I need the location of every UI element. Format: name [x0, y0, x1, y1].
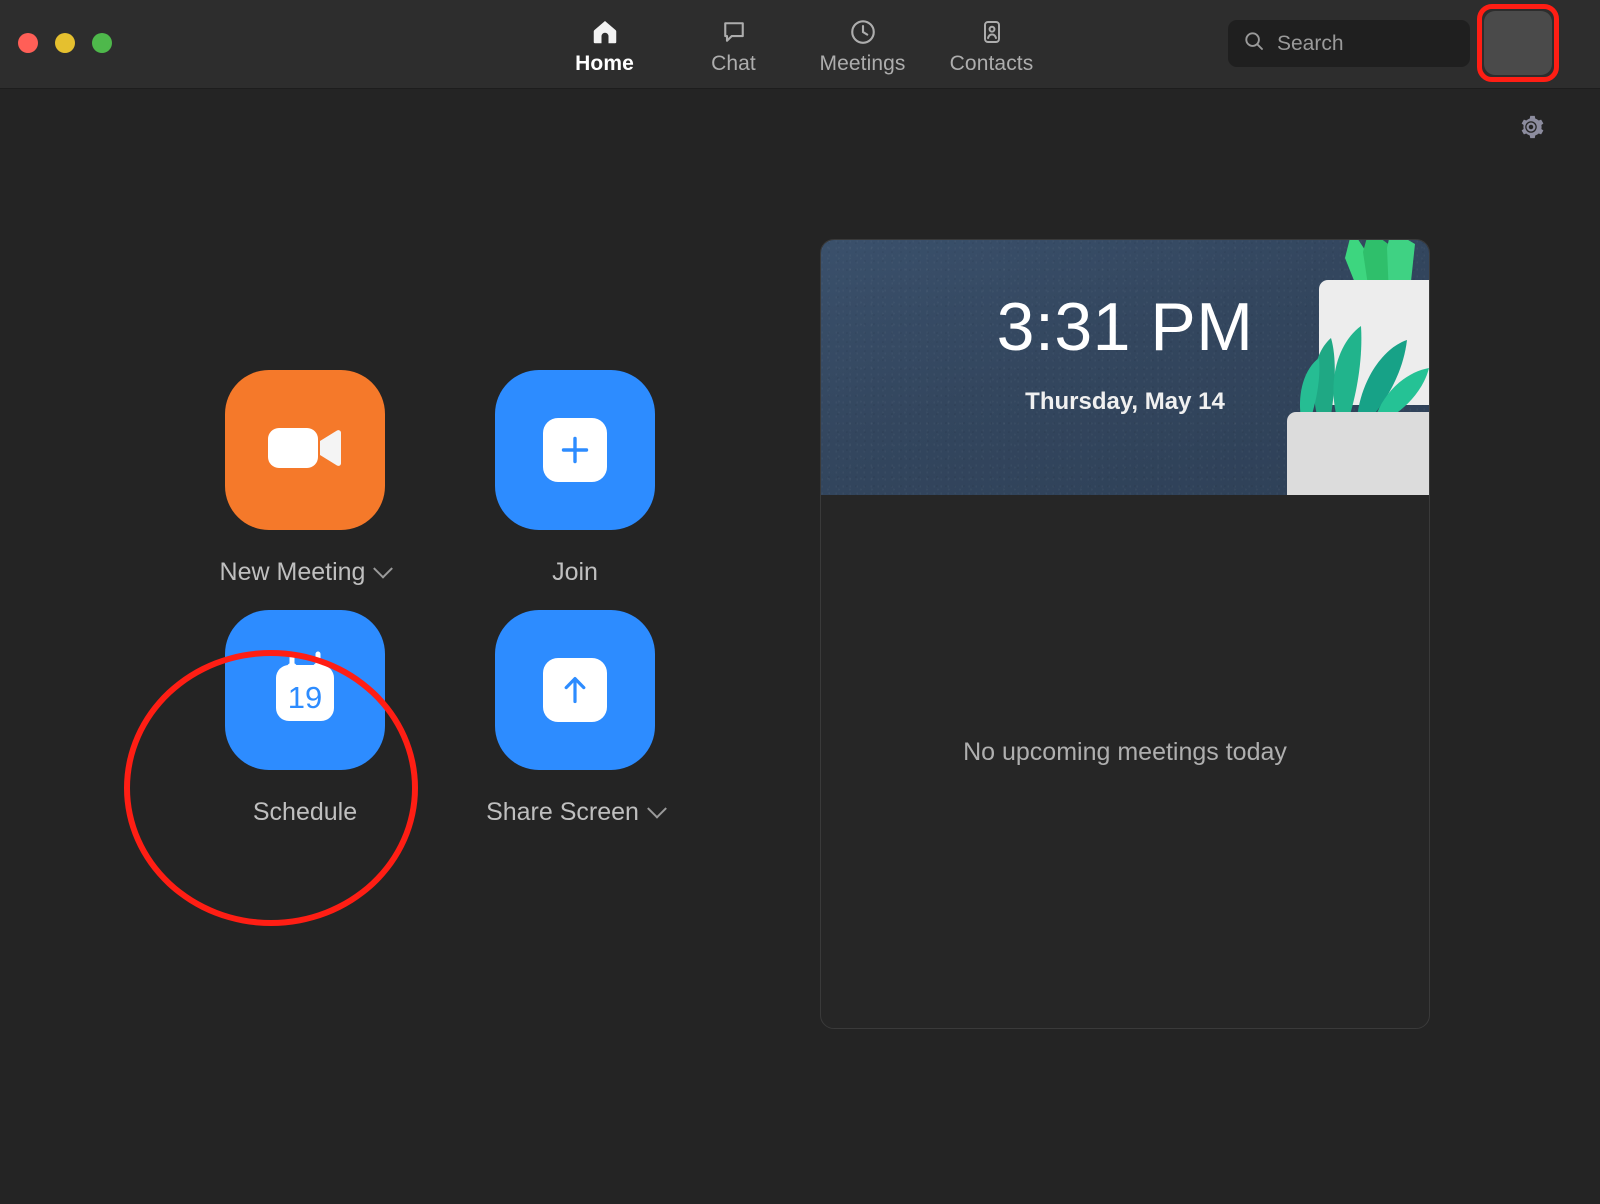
- close-window-button[interactable]: [18, 33, 38, 53]
- schedule-label: Schedule: [252, 798, 358, 826]
- main-navigation: Home Chat Meetings Contacts: [540, 12, 1056, 76]
- action-join: Join: [440, 370, 710, 610]
- gear-icon: [1516, 112, 1546, 147]
- tab-meetings-label: Meetings: [819, 52, 906, 75]
- action-new-meeting: New Meeting: [170, 370, 440, 610]
- empty-state: No upcoming meetings today: [821, 495, 1429, 1028]
- plus-icon: [543, 418, 607, 482]
- settings-button[interactable]: [1515, 113, 1547, 145]
- tab-home-label: Home: [575, 52, 634, 75]
- tab-contacts-label: Contacts: [949, 52, 1034, 75]
- home-icon: [590, 16, 620, 48]
- maximize-window-button[interactable]: [92, 33, 112, 53]
- contact-card-icon: [978, 16, 1006, 48]
- calendar-day-number: 19: [288, 680, 322, 715]
- clock-banner: 3:31 PM Thursday, May 14: [821, 240, 1429, 495]
- chat-bubble-icon: [720, 16, 748, 48]
- join-button[interactable]: [495, 370, 655, 530]
- tab-meetings[interactable]: Meetings: [798, 12, 927, 76]
- chevron-down-icon[interactable]: [647, 798, 667, 819]
- upcoming-meetings-panel: 3:31 PM Thursday, May 14 No upcoming mee…: [820, 239, 1430, 1029]
- share-screen-label: Share Screen: [486, 798, 639, 826]
- video-camera-icon: [266, 420, 344, 481]
- join-caption: Join: [552, 558, 598, 587]
- search-input[interactable]: Search: [1228, 20, 1470, 67]
- tab-contacts[interactable]: Contacts: [927, 12, 1056, 76]
- chevron-down-icon[interactable]: [373, 558, 394, 579]
- schedule-caption: Schedule: [253, 798, 357, 827]
- action-schedule: 19 Schedule: [170, 610, 440, 850]
- search-icon: [1242, 29, 1266, 58]
- tab-home[interactable]: Home: [540, 12, 669, 76]
- action-share-screen: Share Screen: [440, 610, 710, 850]
- empty-state-message: No upcoming meetings today: [963, 738, 1287, 766]
- share-screen-caption: Share Screen: [486, 798, 667, 827]
- window-controls: [18, 33, 112, 53]
- up-arrow-icon: [543, 658, 607, 722]
- new-meeting-label: New Meeting: [219, 558, 366, 586]
- potted-plant-illustration: [1287, 240, 1429, 495]
- profile-avatar[interactable]: [1484, 11, 1552, 75]
- quick-action-grid: New Meeting Join 19 Schedule Share Scree…: [170, 370, 690, 850]
- calendar-icon: 19: [269, 650, 341, 731]
- join-label: Join: [552, 558, 598, 586]
- new-meeting-button[interactable]: [225, 370, 385, 530]
- title-bar: Home Chat Meetings Contacts Search: [0, 0, 1600, 89]
- tab-chat[interactable]: Chat: [669, 12, 798, 76]
- share-screen-button[interactable]: [495, 610, 655, 770]
- search-placeholder: Search: [1277, 31, 1344, 55]
- new-meeting-caption: New Meeting: [219, 558, 394, 587]
- schedule-button[interactable]: 19: [225, 610, 385, 770]
- clock-icon: [848, 16, 878, 48]
- tab-chat-label: Chat: [711, 52, 756, 75]
- minimize-window-button[interactable]: [55, 33, 75, 53]
